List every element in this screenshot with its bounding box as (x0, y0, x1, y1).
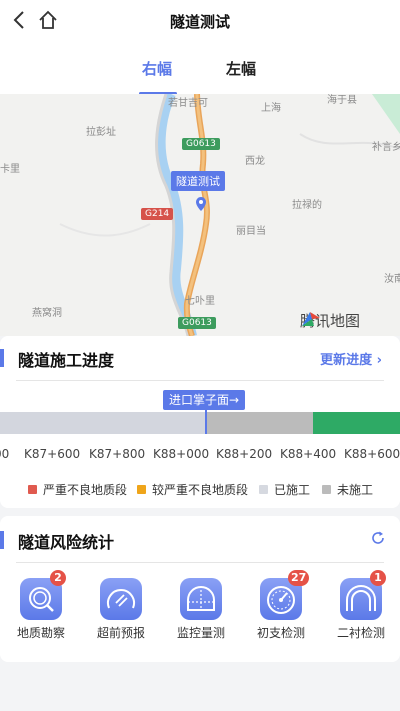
mileage-tick: 00 (0, 447, 10, 461)
tunnel-location-map[interactable]: 若甘吉可 上海 海于县 拉彭址 补言乡 西龙 卡里 拉禄的 丽目当 汝南 七卟里… (0, 94, 400, 336)
chevron-right-icon: › (376, 353, 382, 368)
map-place-label: 七卟里 (185, 296, 215, 307)
segment-not-constructed (206, 412, 313, 434)
risk-item-initial-support-inspection[interactable]: 27 初支检测 (250, 570, 310, 640)
tunnel-marker-label[interactable]: 隧道测试 (171, 171, 225, 191)
mileage-tick: K88+600 (344, 447, 400, 461)
location-pin-icon[interactable] (195, 196, 207, 212)
map-place-label: 西龙 (245, 156, 265, 167)
risk-item-monitoring-measurement[interactable]: 监控量测 (170, 578, 230, 640)
forecast-dial-icon (100, 578, 142, 620)
legend-item-moderate: 较严重不良地质段 (137, 481, 248, 498)
legend-item-constructed: 已施工 (259, 481, 310, 498)
map-place-label: 若甘吉可 (168, 98, 208, 109)
mileage-tick: K88+200 (216, 447, 273, 461)
legend-label: 未施工 (337, 483, 374, 497)
navigation-bar: 隧道测试 (0, 0, 400, 42)
section-title-progress: 隧道施工进度 (18, 351, 115, 370)
update-progress-link[interactable]: 更新进度 › (320, 349, 382, 368)
road-badge: G0613 (178, 317, 216, 329)
risk-count-badge: 27 (288, 570, 310, 586)
risk-item-secondary-lining-inspection[interactable]: 1 二衬检测 (330, 570, 390, 640)
risk-item-label: 超前预报 (96, 626, 145, 640)
legend-swatch (259, 485, 268, 494)
tab-right-side[interactable]: 右幅 (142, 58, 172, 79)
map-place-label: 上海 (261, 103, 281, 114)
refresh-icon[interactable] (370, 530, 386, 546)
section-accent-bar (0, 531, 4, 549)
map-place-label: 补言乡 (372, 142, 400, 153)
legend-label: 较严重不良地质段 (152, 483, 249, 497)
legend-label: 严重不良地质段 (43, 483, 128, 497)
risk-item-advance-forecast[interactable]: 超前预报 (90, 578, 150, 640)
page-title: 隧道测试 (169, 13, 230, 31)
legend-label: 已施工 (274, 483, 311, 497)
risk-item-label: 地质勘察 (16, 626, 65, 640)
legend-item-severe: 严重不良地质段 (28, 481, 127, 498)
tab-left-side[interactable]: 左幅 (226, 58, 256, 79)
map-place-label: 燕窝洞 (32, 308, 62, 319)
tunnel-face-marker-label: 进口掌子面→ (163, 390, 246, 410)
risk-item-label: 监控量测 (176, 626, 225, 640)
map-place-label: 拉禄的 (292, 200, 322, 211)
map-attribution: 腾讯地图 (300, 310, 360, 331)
road-badge: G214 (141, 208, 174, 220)
road-badge: G0613 (182, 138, 220, 150)
progress-track (0, 412, 400, 434)
risk-count-badge: 2 (50, 570, 66, 586)
mileage-tick: K87+800 (89, 447, 146, 461)
tencent-map-logo-icon (302, 312, 320, 326)
mileage-tick: K87+600 (24, 447, 81, 461)
section-divider (16, 380, 384, 381)
map-place-label: 卡里 (0, 164, 20, 175)
tunnel-face-marker-line (205, 406, 207, 434)
risk-item-label: 初支检测 (256, 626, 305, 640)
legend-swatch (28, 485, 37, 494)
segment-constructed (0, 412, 206, 434)
legend-swatch (322, 485, 331, 494)
risk-item-geological-survey[interactable]: 2 地质勘察 (10, 570, 70, 640)
update-progress-label: 更新进度 (320, 353, 373, 368)
tab-bar: 右幅 左幅 (0, 42, 400, 95)
map-place-label: 丽目当 (236, 226, 266, 237)
tunnel-monitor-icon (180, 578, 222, 620)
section-title-risk: 隧道风险统计 (18, 533, 115, 552)
map-place-label: 拉彭址 (86, 127, 116, 138)
risk-count-badge: 1 (370, 570, 386, 586)
section-divider (16, 562, 384, 563)
mileage-tick: K88+000 (153, 447, 210, 461)
map-place-label: 汝南 (384, 274, 400, 285)
legend-swatch (137, 485, 146, 494)
map-place-label: 海于县 (327, 95, 357, 106)
risk-item-label: 二衬检测 (336, 626, 385, 640)
mileage-tick: K88+400 (280, 447, 337, 461)
legend-item-not-constructed: 未施工 (322, 481, 373, 498)
segment-end (313, 412, 400, 434)
section-accent-bar (0, 349, 4, 367)
